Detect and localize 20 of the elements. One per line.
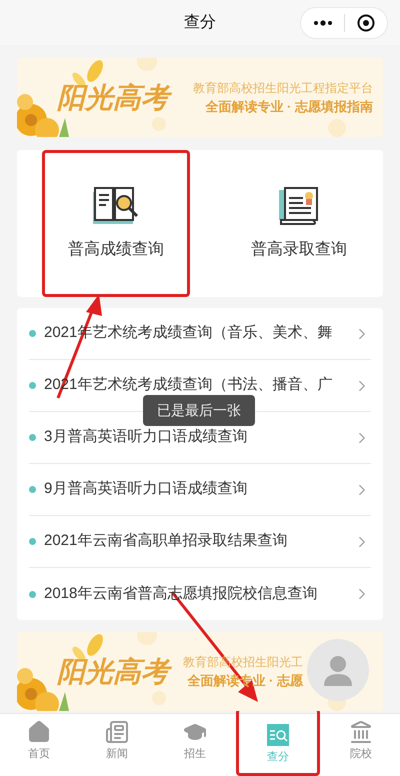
query-entry[interactable]: 普高成绩查询 [42,150,190,297]
certificate-icon [277,186,321,226]
person-silhouette-icon [322,654,354,686]
tab[interactable]: 首页 [0,714,78,776]
book-magnifier-icon [91,186,141,226]
query-entry[interactable]: 普高录取查询 [225,150,373,297]
tab[interactable]: 新闻 [78,714,156,776]
toast: 已是最后一张 [143,395,255,426]
search-list-icon [266,723,290,747]
query-list-item[interactable]: 9月普高英语听力口语成绩查询 [29,464,371,516]
banner-subtitle: 教育部高校招生阳光工程指定平台 [193,80,373,97]
page-title: 查分 [184,12,216,32]
tab[interactable]: 院校 [322,714,400,776]
tab[interactable]: 招生 [156,714,234,776]
query-list-item[interactable]: 2021年云南省高职单招录取结果查询 [29,516,371,568]
newspaper-icon [105,720,129,744]
bank-icon [349,720,373,744]
query-list-item[interactable]: 2018年云南省普高志愿填报院校信息查询 [29,568,371,620]
home-icon [27,720,51,744]
banner-slogan: 全面解读专业 · 志愿填报指南 [205,98,373,116]
